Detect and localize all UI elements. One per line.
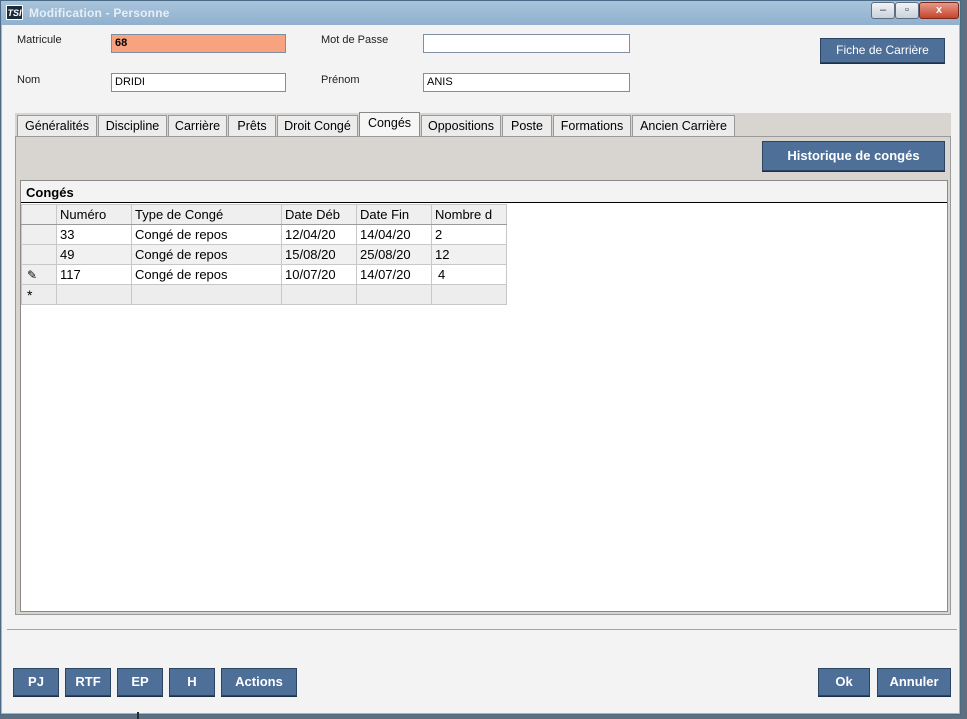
matricule-label: Matricule <box>17 34 62 46</box>
tab-discipline[interactable]: Discipline <box>98 115 167 136</box>
tab-oppositions[interactable]: Oppositions <box>421 115 501 136</box>
footer-divider <box>7 629 957 630</box>
ep-button[interactable]: EP <box>117 668 163 696</box>
tab-poste[interactable]: Poste <box>502 115 552 136</box>
grid-title: Congés <box>21 181 947 203</box>
new-cell[interactable] <box>431 284 507 305</box>
cell-numero[interactable]: 33 <box>56 224 132 245</box>
cell-date-deb[interactable]: 15/08/20 <box>281 244 357 265</box>
cell-date-fin[interactable]: 25/08/20 <box>356 244 432 265</box>
tab-strip: Généralités Discipline Carrière Prêts Dr… <box>15 112 951 136</box>
cell-nombre[interactable]: 4 <box>431 264 507 285</box>
minimize-button[interactable]: – <box>871 2 895 19</box>
close-button[interactable]: x <box>919 2 959 19</box>
nom-label: Nom <box>17 74 41 86</box>
new-row[interactable]: * <box>21 284 507 305</box>
pj-button[interactable]: PJ <box>13 668 59 696</box>
new-record-icon[interactable]: * <box>21 284 57 305</box>
column-header-numero[interactable]: Numéro <box>56 204 132 225</box>
title-bar[interactable]: TSI Modification - Personne – ▫ x <box>1 1 960 25</box>
h-button[interactable]: H <box>169 668 215 696</box>
ok-button[interactable]: Ok <box>818 668 870 696</box>
cell-nombre[interactable]: 12 <box>431 244 507 265</box>
personne-window: TSI Modification - Personne – ▫ x Matric… <box>0 0 961 715</box>
maximize-button[interactable]: ▫ <box>895 2 919 19</box>
cell-date-fin[interactable]: 14/04/20 <box>356 224 432 245</box>
new-cell[interactable] <box>131 284 282 305</box>
pencil-icon[interactable]: ✎ <box>21 264 57 285</box>
prenom-field[interactable]: ANIS <box>423 73 630 92</box>
column-header-date-fin[interactable]: Date Fin <box>356 204 432 225</box>
actions-button[interactable]: Actions <box>221 668 297 696</box>
cell-type[interactable]: Congé de repos <box>131 224 282 245</box>
tab-formations[interactable]: Formations <box>553 115 631 136</box>
fiche-carriere-button[interactable]: Fiche de Carrière <box>820 38 945 63</box>
cell-type[interactable]: Congé de repos <box>131 244 282 265</box>
new-cell[interactable] <box>281 284 357 305</box>
prenom-label: Prénom <box>321 74 360 86</box>
column-header-date-deb[interactable]: Date Déb <box>281 204 357 225</box>
tab-carriere[interactable]: Carrière <box>168 115 227 136</box>
row-selector[interactable] <box>21 224 57 245</box>
background-edge <box>137 712 139 719</box>
mot-de-passe-field[interactable] <box>423 34 630 53</box>
cell-numero[interactable]: 49 <box>56 244 132 265</box>
header-row: Numéro Type de Congé Date Déb Date Fin N… <box>21 204 507 225</box>
nom-field[interactable]: DRIDI <box>111 73 286 92</box>
cell-date-deb[interactable]: 10/07/20 <box>281 264 357 285</box>
conges-grid: Congés Numéro Type de Congé Date Déb Dat… <box>20 180 948 612</box>
new-cell[interactable] <box>56 284 132 305</box>
conges-table: Numéro Type de Congé Date Déb Date Fin N… <box>21 204 507 305</box>
cell-date-deb[interactable]: 12/04/20 <box>281 224 357 245</box>
tab-droit-conge[interactable]: Droit Congé <box>277 115 358 136</box>
mot-de-passe-label: Mot de Passe <box>321 34 389 46</box>
app-logo-icon: TSI <box>6 5 23 20</box>
annuler-button[interactable]: Annuler <box>877 668 951 696</box>
tab-generalites[interactable]: Généralités <box>17 115 97 136</box>
cell-type[interactable]: Congé de repos <box>131 264 282 285</box>
historique-conges-button[interactable]: Historique de congés <box>762 141 945 171</box>
tab-ancien-carriere[interactable]: Ancien Carrière <box>632 115 735 136</box>
cell-numero[interactable]: 117 <box>56 264 132 285</box>
new-cell[interactable] <box>356 284 432 305</box>
table-row[interactable]: 49 Congé de repos 15/08/20 25/08/20 12 <box>21 244 507 265</box>
selector-header <box>21 204 57 225</box>
table-row[interactable]: 33 Congé de repos 12/04/20 14/04/20 2 <box>21 224 507 245</box>
row-selector[interactable] <box>21 244 57 265</box>
tab-conges[interactable]: Congés <box>359 112 420 136</box>
conges-panel: Historique de congés Congés Numéro Type … <box>15 136 951 615</box>
cell-nombre[interactable]: 2 <box>431 224 507 245</box>
column-header-nombre[interactable]: Nombre d <box>431 204 507 225</box>
matricule-field[interactable]: 68 <box>111 34 286 53</box>
rtf-button[interactable]: RTF <box>65 668 111 696</box>
column-header-type[interactable]: Type de Congé <box>131 204 282 225</box>
window-title: Modification - Personne <box>29 6 170 20</box>
table-row[interactable]: ✎ 117 Congé de repos 10/07/20 14/07/20 4 <box>21 264 507 285</box>
tab-prets[interactable]: Prêts <box>228 115 276 136</box>
cell-date-fin[interactable]: 14/07/20 <box>356 264 432 285</box>
